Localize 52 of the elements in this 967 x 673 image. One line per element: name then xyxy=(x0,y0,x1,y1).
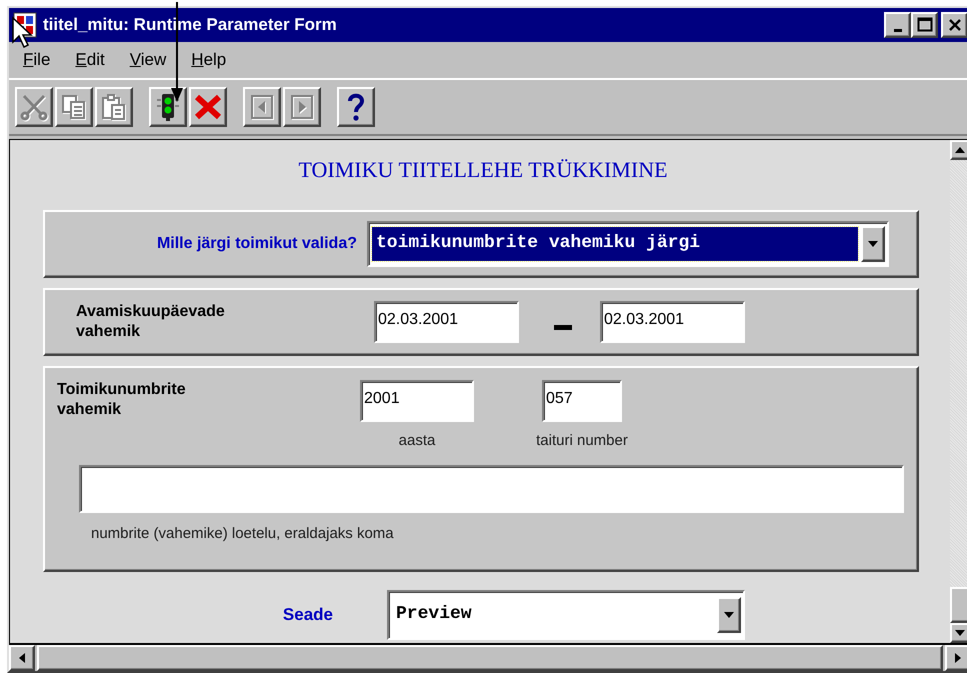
maximize-button[interactable] xyxy=(911,12,938,38)
dropdown-button[interactable] xyxy=(861,226,885,262)
minimize-icon xyxy=(894,28,902,32)
window-title: tiitel_mitu: Runtime Parameter Form xyxy=(43,15,338,35)
menu-item[interactable]: View xyxy=(118,48,180,72)
maximize-icon xyxy=(916,17,932,33)
cancel-button[interactable] xyxy=(189,87,227,127)
dropdown-button[interactable] xyxy=(717,597,741,633)
field-label: Mille järgi toimikut valida? xyxy=(156,235,358,253)
help-button[interactable] xyxy=(337,87,375,127)
clipboard-icon xyxy=(100,93,128,121)
date-field[interactable]: 02.03.2001 xyxy=(374,301,519,343)
scrollbar-thumb[interactable] xyxy=(37,645,943,671)
scrollbar-thumb[interactable] xyxy=(950,587,967,623)
traffic-light-icon xyxy=(154,92,182,122)
run-button[interactable] xyxy=(149,87,187,127)
number-field[interactable]: 057 xyxy=(542,380,622,422)
caret-icon xyxy=(868,241,878,247)
number-list-field[interactable] xyxy=(79,465,904,513)
scroll-left-button[interactable] xyxy=(9,645,35,671)
help-icon xyxy=(346,92,366,122)
scissors-icon xyxy=(20,93,48,121)
year-field[interactable]: 2001 xyxy=(360,380,474,422)
scroll-up-button[interactable] xyxy=(950,140,967,160)
right-arrow-icon xyxy=(955,653,961,663)
date-field[interactable]: 02.03.2001 xyxy=(600,301,745,343)
caret-icon xyxy=(724,612,734,618)
field-label: Seade xyxy=(282,605,333,625)
left-arrow-icon xyxy=(19,653,25,663)
field-caption: aasta xyxy=(398,432,436,449)
minimize-button[interactable] xyxy=(884,12,911,38)
range-dash xyxy=(554,324,572,330)
dropdown-value: Preview xyxy=(395,603,473,626)
close-button[interactable] xyxy=(941,12,967,38)
up-arrow-icon xyxy=(955,147,965,153)
selection-dropdown[interactable]: toimikunumbrite vahemiku järgi xyxy=(367,221,889,267)
field-caption: taituri number xyxy=(536,432,628,449)
menu-item[interactable]: File xyxy=(11,48,64,72)
field-label: Avamiskuupäevade vahemik xyxy=(76,302,226,342)
menu-item[interactable]: Help xyxy=(179,48,240,72)
device-dropdown[interactable]: Preview xyxy=(387,590,745,640)
down-arrow-icon xyxy=(955,630,965,636)
scroll-down-button[interactable] xyxy=(950,623,967,643)
copy-icon xyxy=(60,93,88,121)
cross-icon xyxy=(194,94,222,120)
close-icon xyxy=(948,18,962,32)
field-label: Toimikunumbrite vahemik xyxy=(57,380,187,420)
field-caption: numbrite (vahemike) loetelu, eraldajaks koma xyxy=(91,525,395,542)
menu-item[interactable]: Edit xyxy=(63,48,118,72)
scroll-right-button[interactable] xyxy=(945,645,967,671)
form-heading: TOIMIKU TIITELLEHE TRÜKKIMINE xyxy=(297,156,669,184)
dropdown-value: toimikunumbrite vahemiku järgi xyxy=(372,227,858,261)
